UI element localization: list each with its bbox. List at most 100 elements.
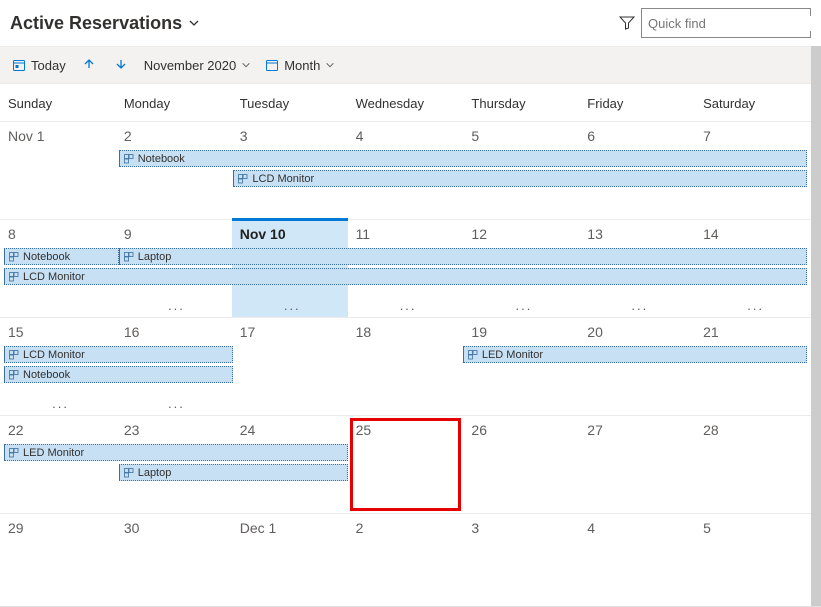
reservation-event[interactable]: LCD Monitor (4, 268, 807, 285)
event-icon (468, 350, 478, 360)
more-events-indicator[interactable]: ... (463, 298, 579, 313)
quick-find-search[interactable] (641, 8, 811, 38)
date-label[interactable]: 5 (703, 520, 711, 536)
date-label[interactable]: 3 (240, 128, 248, 144)
date-label[interactable]: 7 (703, 128, 711, 144)
event-label: Laptop (138, 467, 172, 479)
filter-button[interactable] (613, 9, 641, 37)
day-headers: SundayMondayTuesdayWednesdayThursdayFrid… (0, 84, 811, 121)
calendar-cell[interactable]: 29 (0, 514, 116, 583)
date-label[interactable]: 24 (240, 422, 256, 438)
reservation-event[interactable]: Notebook (4, 366, 233, 383)
date-label[interactable]: 4 (356, 128, 364, 144)
more-events-indicator[interactable]: ... (116, 396, 232, 411)
nav-label: November 2020 (144, 58, 237, 73)
day-header: Sunday (0, 84, 116, 121)
date-label[interactable]: 20 (587, 324, 603, 340)
event-label: Notebook (138, 153, 185, 165)
date-label[interactable]: 14 (703, 226, 719, 242)
date-label[interactable]: 8 (8, 226, 16, 242)
date-label[interactable]: 25 (356, 422, 372, 438)
chevron-down-icon (241, 58, 251, 73)
month-year-picker[interactable]: November 2020 (144, 58, 252, 73)
more-events-indicator[interactable]: ... (695, 298, 811, 313)
calendar-today-icon (12, 58, 26, 72)
chevron-down-icon (188, 13, 200, 34)
day-header: Tuesday (232, 84, 348, 121)
calendar-cell[interactable]: 4 (579, 514, 695, 583)
event-icon (9, 448, 19, 458)
calendar-cell[interactable]: 3 (463, 514, 579, 583)
date-label[interactable]: 27 (587, 422, 603, 438)
reservation-event[interactable]: LED Monitor (4, 444, 348, 461)
date-label[interactable]: 23 (124, 422, 140, 438)
date-label[interactable]: Nov 10 (240, 226, 286, 242)
date-label[interactable]: 22 (8, 422, 24, 438)
today-button[interactable]: Today (12, 58, 66, 73)
date-label[interactable]: 5 (471, 128, 479, 144)
calendar-cell[interactable]: 5 (695, 514, 811, 583)
date-label[interactable]: 3 (471, 520, 479, 536)
date-label[interactable]: 2 (356, 520, 364, 536)
date-label[interactable]: 30 (124, 520, 140, 536)
chevron-down-icon (325, 58, 335, 73)
more-events-indicator[interactable]: ... (232, 298, 348, 313)
date-label[interactable]: 15 (8, 324, 24, 340)
calendar-cell[interactable]: 30 (116, 514, 232, 583)
reservation-event[interactable]: Laptop (119, 464, 348, 481)
reservation-event[interactable]: LCD Monitor (4, 346, 233, 363)
view-mode-picker[interactable]: Month (265, 58, 335, 73)
prev-period-button[interactable] (80, 55, 98, 76)
date-label[interactable]: 17 (240, 324, 256, 340)
view-mode-label: Month (284, 58, 320, 73)
vertical-scrollbar[interactable] (811, 46, 821, 606)
event-label: Laptop (138, 251, 172, 263)
day-header: Saturday (695, 84, 811, 121)
event-icon (238, 174, 248, 184)
more-events-indicator[interactable]: ... (0, 396, 116, 411)
app-root: { "header": { "title": "Active Reservati… (0, 0, 821, 607)
reservation-event[interactable]: Notebook (119, 150, 807, 167)
event-icon (124, 468, 134, 478)
calendar-week: 22 23 24 25 26 27 28 LED Monitor Laptop (0, 415, 811, 513)
calendar-cell[interactable]: 2 (348, 514, 464, 583)
date-label[interactable]: 12 (471, 226, 487, 242)
more-events-indicator[interactable]: ... (348, 298, 464, 313)
date-label[interactable]: 18 (356, 324, 372, 340)
more-events-indicator[interactable]: ... (579, 298, 695, 313)
event-icon (9, 370, 19, 380)
date-label[interactable]: 11 (356, 226, 371, 242)
date-label[interactable]: Dec 1 (240, 520, 277, 536)
date-label[interactable]: 29 (8, 520, 24, 536)
date-label[interactable]: 2 (124, 128, 132, 144)
calendar-weeks: Nov 1234567NotebookLCD Monitor89Nov 1011… (0, 121, 811, 583)
view-title: Active Reservations (10, 13, 182, 34)
calendar-week: 8 9 Nov 10 11 12 13 14 Notebook Laptop LCD Monito… (0, 219, 811, 317)
calendar-icon (265, 58, 279, 72)
date-label[interactable]: 4 (587, 520, 595, 536)
date-label[interactable]: Nov 1 (8, 128, 45, 144)
calendar-cell[interactable]: Dec 1 (232, 514, 348, 583)
reservation-event[interactable]: Laptop (119, 248, 807, 265)
view-title-dropdown[interactable]: Active Reservations (10, 13, 200, 34)
date-label[interactable]: 19 (471, 324, 487, 340)
reservation-event[interactable]: LCD Monitor (233, 170, 807, 187)
calendar-week: 15 16 17 18 19 20 21 LCD Monitor LED Monitor Note… (0, 317, 811, 415)
date-label[interactable]: 21 (703, 324, 719, 340)
reservation-event[interactable]: LED Monitor (463, 346, 807, 363)
event-label: LCD Monitor (252, 173, 314, 185)
date-label[interactable]: 28 (703, 422, 719, 438)
event-icon (124, 252, 134, 262)
page-header: Active Reservations (0, 0, 821, 46)
reservation-event[interactable]: Notebook (4, 248, 119, 265)
more-events-indicator[interactable]: ... (116, 298, 232, 313)
search-input[interactable] (648, 16, 821, 31)
today-label: Today (31, 58, 66, 73)
date-label[interactable]: 13 (587, 226, 603, 242)
next-period-button[interactable] (112, 55, 130, 76)
day-header: Thursday (463, 84, 579, 121)
date-label[interactable]: 16 (124, 324, 140, 340)
date-label[interactable]: 9 (124, 226, 132, 242)
date-label[interactable]: 26 (471, 422, 487, 438)
date-label[interactable]: 6 (587, 128, 595, 144)
